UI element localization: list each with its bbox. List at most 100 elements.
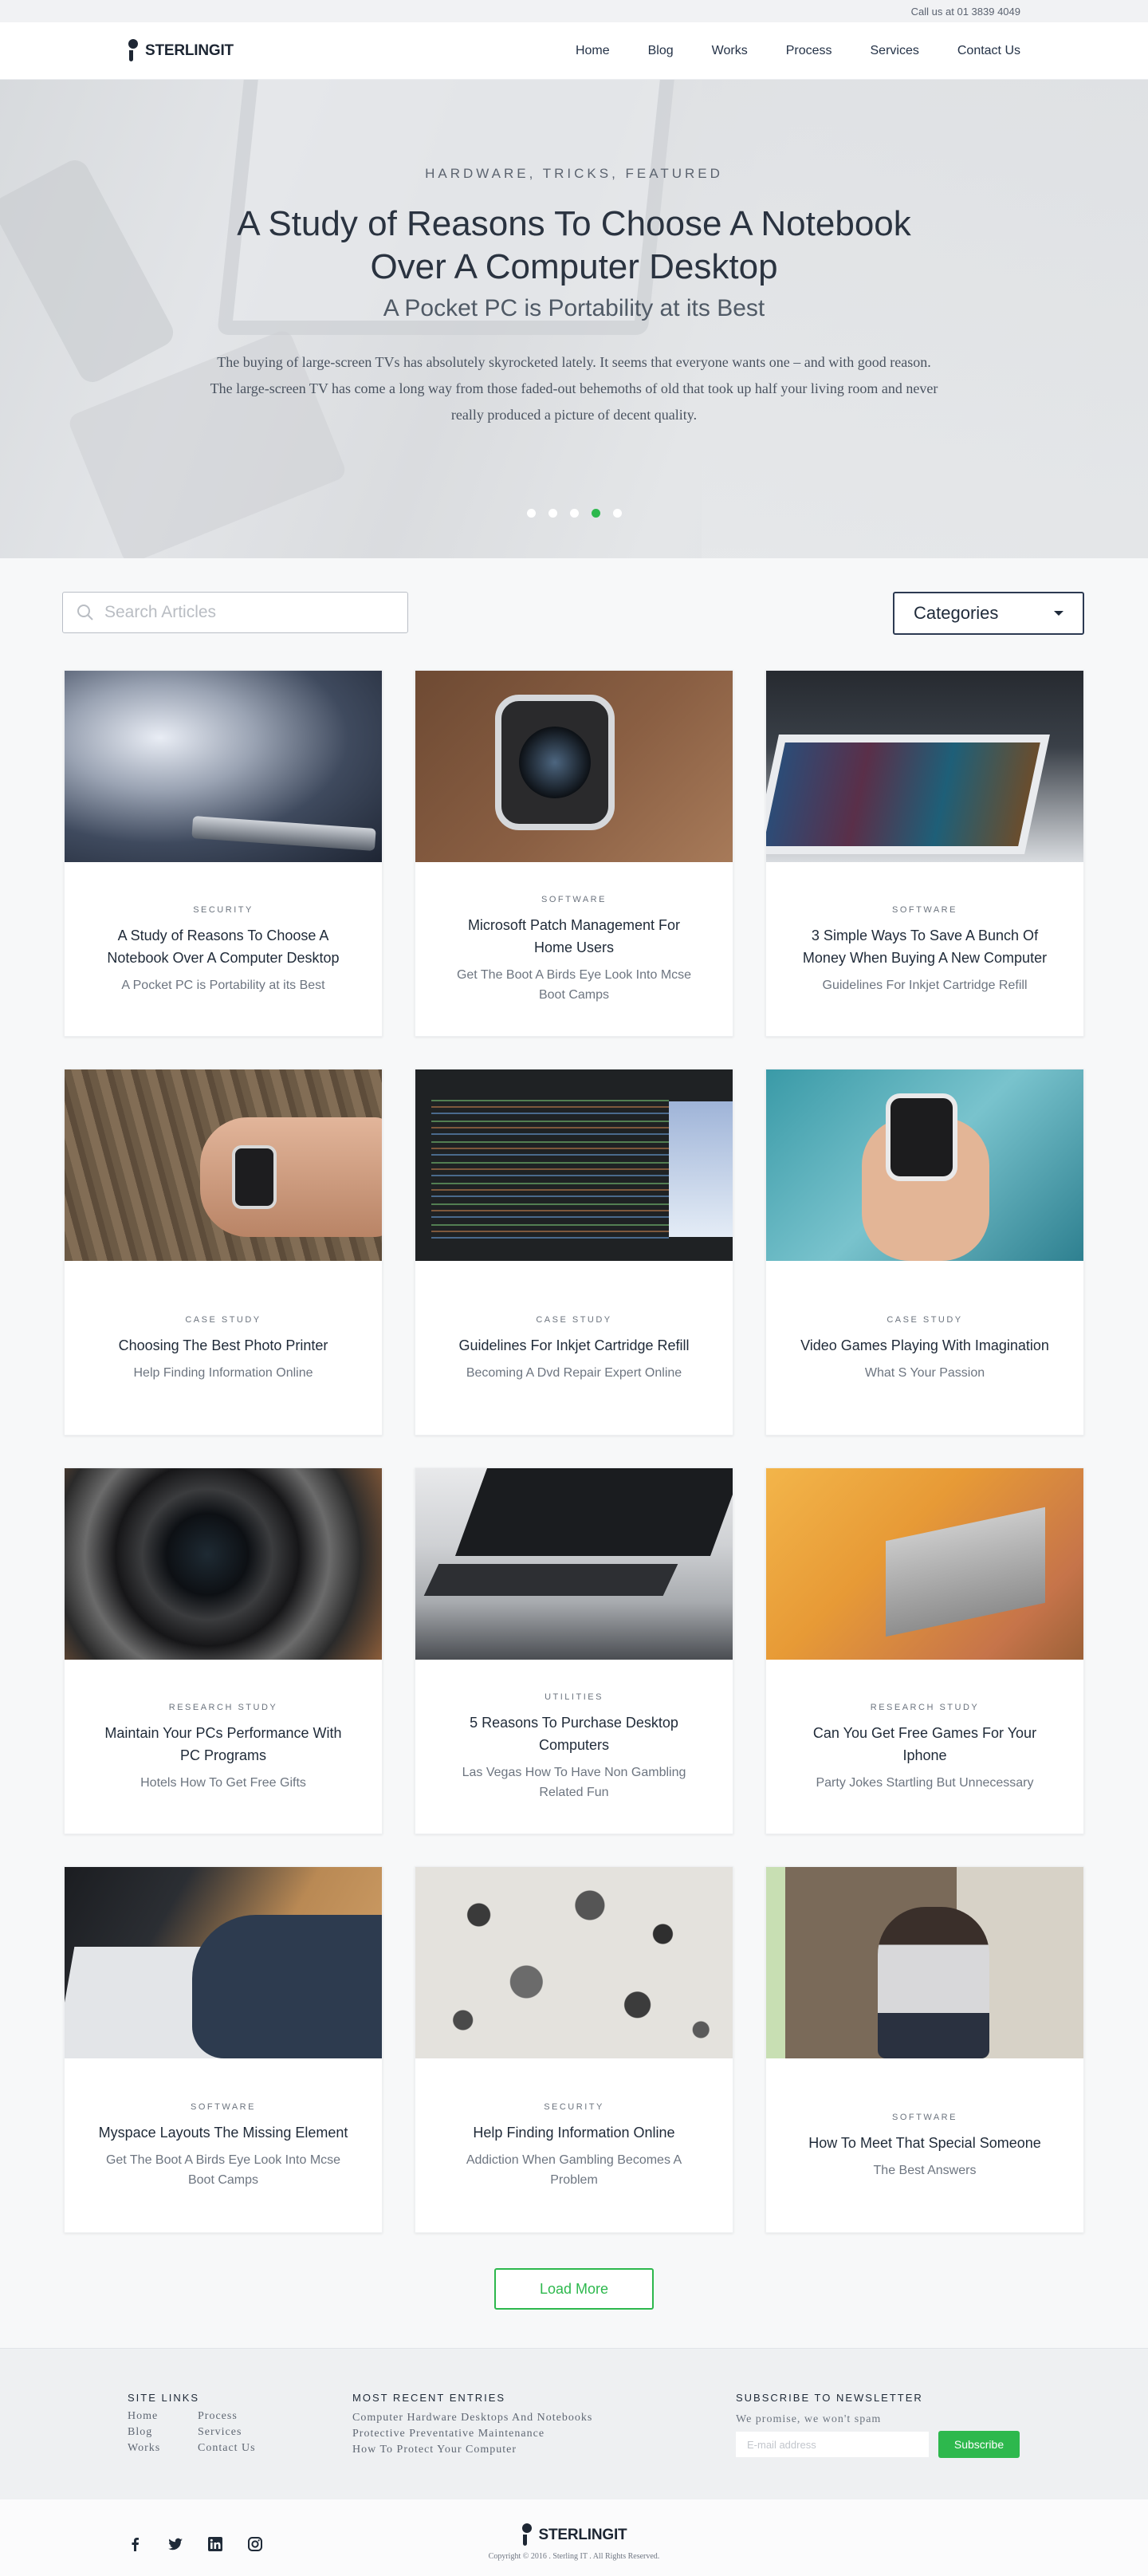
brand-logo[interactable]: STERLINGIT: [128, 38, 234, 63]
article-category[interactable]: SECURITY: [544, 2102, 604, 2112]
article-category[interactable]: SOFTWARE: [541, 895, 607, 904]
article-category[interactable]: RESEARCH STUDY: [871, 1703, 979, 1712]
article-category[interactable]: SOFTWARE: [191, 2102, 256, 2112]
article-category[interactable]: UTILITIES: [545, 1692, 603, 1702]
recent-entry-link[interactable]: Protective Preventative Maintenance: [352, 2426, 592, 2442]
article-thumbnail[interactable]: [766, 671, 1083, 862]
article-card[interactable]: CASE STUDY Video Games Playing With Imag…: [765, 1069, 1084, 1436]
article-thumbnail[interactable]: [766, 1867, 1083, 2058]
article-category[interactable]: SECURITY: [193, 905, 254, 915]
article-thumbnail[interactable]: [65, 1867, 382, 2058]
article-title[interactable]: Maintain Your PCs Performance With PC Pr…: [96, 1722, 350, 1767]
article-card[interactable]: SOFTWARE Myspace Layouts The Missing Ele…: [64, 1866, 383, 2233]
categories-dropdown[interactable]: Categories: [893, 592, 1084, 635]
article-card[interactable]: SOFTWARE How To Meet That Special Someon…: [765, 1866, 1084, 2233]
article-card[interactable]: SOFTWARE Microsoft Patch Management For …: [415, 670, 733, 1037]
article-subtitle: A Pocket PC is Portability at its Best: [121, 978, 325, 992]
nav-process[interactable]: Process: [786, 44, 832, 58]
article-card[interactable]: SECURITY Help Finding Information Online…: [415, 1866, 733, 2233]
article-thumbnail[interactable]: [65, 1468, 382, 1660]
article-card[interactable]: RESEARCH STUDY Can You Get Free Games Fo…: [765, 1467, 1084, 1834]
article-thumbnail[interactable]: [65, 671, 382, 862]
article-card[interactable]: SECURITY A Study of Reasons To Choose A …: [64, 670, 383, 1037]
footer-heading: MOST RECENT ENTRIES: [352, 2392, 506, 2404]
nav-blog[interactable]: Blog: [648, 44, 674, 58]
search-box: [62, 592, 408, 633]
brand-name: STERLINGIT: [538, 2527, 627, 2543]
article-card[interactable]: CASE STUDY Choosing The Best Photo Print…: [64, 1069, 383, 1436]
hero-subtitle: A Pocket PC is Portability at its Best: [383, 295, 765, 321]
article-title[interactable]: 5 Reasons To Purchase Desktop Computers: [447, 1711, 701, 1756]
hero-excerpt: The buying of large-screen TVs has absol…: [210, 354, 938, 423]
article-category[interactable]: CASE STUDY: [185, 1315, 261, 1325]
article-thumbnail[interactable]: [415, 1468, 733, 1660]
article-card[interactable]: UTILITIES 5 Reasons To Purchase Desktop …: [415, 1467, 733, 1834]
article-thumbnail[interactable]: [415, 671, 733, 862]
search-input[interactable]: [104, 603, 375, 622]
article-card[interactable]: RESEARCH STUDY Maintain Your PCs Perform…: [64, 1467, 383, 1834]
article-subtitle: What S Your Passion: [864, 1365, 985, 1380]
footer-bottom: STERLINGIT Copyright © 2016 . Sterling I…: [0, 2499, 1148, 2576]
article-category[interactable]: SOFTWARE: [892, 905, 957, 915]
article-subtitle: Becoming A Dvd Repair Expert Online: [466, 1365, 682, 1380]
newsletter-email-field[interactable]: [736, 2432, 929, 2457]
article-title[interactable]: 3 Simple Ways To Save A Bunch Of Money W…: [798, 924, 1052, 969]
footer-link-process[interactable]: Process: [198, 2410, 268, 2426]
hero-kicker: HARDWARE, TRICKS, FEATURED: [425, 166, 723, 181]
copyright-text: Copyright © 2016 . Sterling IT . All Rig…: [488, 2552, 660, 2561]
article-title[interactable]: Myspace Layouts The Missing Element: [99, 2121, 348, 2144]
footer-link-services[interactable]: Services: [198, 2426, 268, 2442]
article-category[interactable]: SOFTWARE: [892, 2113, 957, 2122]
article-grid: SECURITY A Study of Reasons To Choose A …: [64, 670, 1084, 2233]
footer-link-home[interactable]: Home: [128, 2410, 198, 2426]
search-icon: [77, 605, 93, 620]
article-subtitle: Get The Boot A Birds Eye Look Into Mcse …: [456, 968, 692, 1002]
article-thumbnail[interactable]: [766, 1468, 1083, 1660]
site-header: STERLINGIT Home Blog Works Process Servi…: [0, 22, 1148, 80]
contact-phone[interactable]: Call us at 01 3839 4049: [911, 6, 1020, 18]
nav-services[interactable]: Services: [871, 44, 919, 58]
brand-name: STERLINGIT: [145, 41, 234, 59]
footer-link-contact[interactable]: Contact Us: [198, 2442, 268, 2458]
article-title[interactable]: Choosing The Best Photo Printer: [119, 1334, 328, 1357]
article-subtitle: Party Jokes Startling But Unnecessary: [816, 1775, 1034, 1790]
hero-title[interactable]: A Study of Reasons To Choose A Notebook …: [215, 203, 933, 289]
article-thumbnail[interactable]: [415, 1069, 733, 1261]
slider-dot-active[interactable]: [591, 509, 600, 518]
subscribe-button[interactable]: Subscribe: [938, 2431, 1020, 2458]
article-thumbnail[interactable]: [766, 1069, 1083, 1261]
slider-dot[interactable]: [548, 509, 557, 518]
logo-mark-icon: [128, 38, 139, 63]
recent-entry-link[interactable]: How To Protect Your Computer: [352, 2442, 592, 2458]
article-title[interactable]: Microsoft Patch Management For Home User…: [447, 914, 701, 959]
hero-slider: HARDWARE, TRICKS, FEATURED A Study of Re…: [0, 80, 1148, 558]
nav-home[interactable]: Home: [576, 44, 610, 58]
footer-link-works[interactable]: Works: [128, 2442, 198, 2458]
article-subtitle: Help Finding Information Online: [133, 1365, 313, 1380]
article-thumbnail[interactable]: [65, 1069, 382, 1261]
article-category[interactable]: CASE STUDY: [536, 1315, 611, 1325]
article-thumbnail[interactable]: [415, 1867, 733, 2058]
article-card[interactable]: CASE STUDY Guidelines For Inkjet Cartrid…: [415, 1069, 733, 1436]
article-title[interactable]: A Study of Reasons To Choose A Notebook …: [96, 924, 350, 969]
recent-entry-link[interactable]: Computer Hardware Desktops And Notebooks: [352, 2410, 592, 2426]
slider-dot[interactable]: [612, 509, 622, 518]
article-card[interactable]: SOFTWARE 3 Simple Ways To Save A Bunch O…: [765, 670, 1084, 1037]
footer-heading: SITE LINKS: [128, 2392, 200, 2404]
load-more-button[interactable]: Load More: [494, 2268, 654, 2310]
footer-link-blog[interactable]: Blog: [128, 2426, 198, 2442]
article-title[interactable]: Guidelines For Inkjet Cartridge Refill: [458, 1334, 689, 1357]
slider-dot[interactable]: [569, 509, 579, 518]
footer-brand-logo[interactable]: STERLINGIT: [521, 2523, 627, 2547]
slider-dot[interactable]: [526, 509, 536, 518]
article-category[interactable]: RESEARCH STUDY: [169, 1703, 277, 1712]
nav-works[interactable]: Works: [712, 44, 748, 58]
article-category[interactable]: CASE STUDY: [887, 1315, 962, 1325]
footer-logo-block: STERLINGIT Copyright © 2016 . Sterling I…: [0, 2523, 1148, 2561]
article-title[interactable]: Help Finding Information Online: [473, 2121, 674, 2144]
article-title[interactable]: Video Games Playing With Imagination: [800, 1334, 1049, 1357]
newsletter-promise: We promise, we won't spam: [736, 2413, 882, 2425]
article-title[interactable]: Can You Get Free Games For Your Iphone: [798, 1722, 1052, 1767]
article-title[interactable]: How To Meet That Special Someone: [808, 2132, 1041, 2154]
nav-contact[interactable]: Contact Us: [957, 44, 1020, 58]
